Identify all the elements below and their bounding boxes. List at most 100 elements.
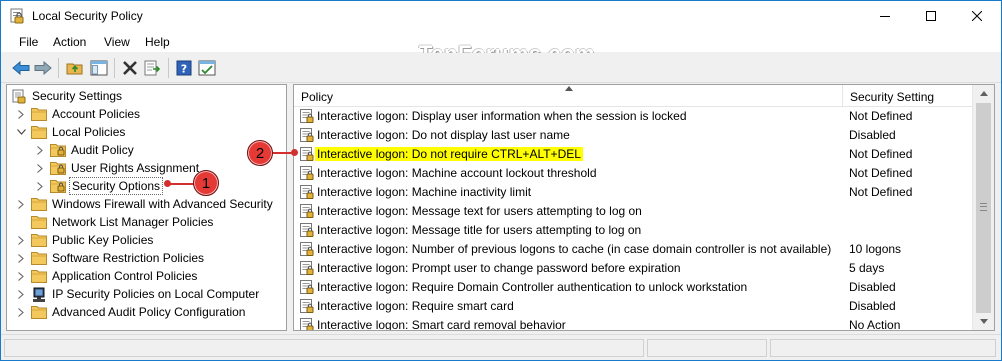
folder-icon: [31, 251, 47, 265]
tree-label: Network List Manager Policies: [52, 215, 214, 229]
chevron-right-icon[interactable]: [15, 306, 27, 318]
help-icon: ?: [176, 60, 192, 76]
chevron-right-icon[interactable]: [15, 252, 27, 264]
tree-item-network-list-manager-policies[interactable]: Network List Manager Policies: [15, 213, 215, 231]
tree-item-audit-policy[interactable]: Audit Policy: [34, 141, 136, 159]
close-button[interactable]: [954, 1, 1000, 31]
policy-row[interactable]: Interactive logon: Do not display last u…: [294, 125, 972, 144]
policy-security-setting: Disabled: [849, 299, 896, 313]
chevron-right-icon[interactable]: [34, 162, 46, 174]
chevron-down-icon[interactable]: [15, 126, 27, 138]
chevron-right-icon[interactable]: [15, 108, 27, 120]
policy-folder-icon: [50, 179, 66, 193]
policy-setting-icon: [299, 317, 315, 330]
tree-item-windows-firewall-with-advanced-security[interactable]: Windows Firewall with Advanced Security: [15, 195, 275, 213]
scroll-up-button[interactable]: [973, 85, 994, 102]
policy-name: Interactive logon: Require smart card: [317, 299, 514, 313]
local-security-policy-window: Local Security Policy File Action View H…: [0, 0, 1002, 361]
chevron-right-icon[interactable]: [15, 234, 27, 246]
forward-button[interactable]: [32, 57, 54, 79]
policy-row[interactable]: Interactive logon: Machine inactivity li…: [294, 182, 972, 201]
properties-button[interactable]: [196, 57, 218, 79]
sort-ascending-icon: [565, 86, 573, 91]
window-title: Local Security Policy: [32, 9, 143, 23]
tree-label: User Rights Assignment: [71, 161, 200, 175]
tree-item-security-options[interactable]: Security Options: [34, 177, 164, 195]
tree-item-software-restriction-policies[interactable]: Software Restriction Policies: [15, 249, 206, 267]
policy-row[interactable]: Interactive logon: Require smart card Dis…: [294, 296, 972, 315]
tree-root-security-settings[interactable]: Security Settings: [11, 87, 124, 105]
title-bar[interactable]: Local Security Policy: [1, 1, 1001, 31]
export-list-button[interactable]: [142, 57, 164, 79]
folder-icon: [31, 269, 47, 283]
policy-list-pane[interactable]: Policy Security Setting Interactive logo…: [293, 84, 995, 331]
column-header-label: Policy: [301, 90, 334, 104]
column-header-security-setting[interactable]: Security Setting: [843, 85, 972, 107]
policy-row[interactable]: Interactive logon: Message text for user…: [294, 201, 972, 220]
policy-setting-icon: [299, 146, 315, 162]
vertical-scrollbar[interactable]: [972, 85, 994, 330]
folder-icon: [31, 197, 47, 211]
toolbar-separator: [114, 58, 115, 78]
status-segment: [4, 339, 644, 357]
ip-security-icon: [31, 287, 47, 302]
up-folder-button[interactable]: [64, 57, 86, 79]
scroll-down-button[interactable]: [973, 313, 994, 330]
menu-action[interactable]: Action: [53, 35, 86, 49]
chevron-right-icon[interactable]: [15, 198, 27, 210]
menu-view[interactable]: View: [104, 35, 130, 49]
close-icon: [972, 11, 982, 21]
tree-item-user-rights-assignment[interactable]: User Rights Assignment: [34, 159, 201, 177]
menu-file[interactable]: File: [19, 35, 38, 49]
delete-icon: [123, 61, 137, 75]
minimize-button[interactable]: [862, 1, 908, 31]
tree-label: IP Security Policies on Local Computer: [52, 287, 260, 301]
toolbar: ?: [1, 53, 1001, 83]
tree-item-local-policies[interactable]: Local Policies: [15, 123, 127, 141]
policy-row[interactable]: Interactive logon: Machine account locko…: [294, 163, 972, 182]
maximize-button[interactable]: [908, 1, 954, 31]
tree-item-application-control-policies[interactable]: Application Control Policies: [15, 267, 199, 285]
policy-row[interactable]: Interactive logon: Prompt user to change…: [294, 258, 972, 277]
column-header-policy[interactable]: Policy: [294, 85, 843, 107]
policy-setting-icon: [299, 298, 315, 314]
tree-item-public-key-policies[interactable]: Public Key Policies: [15, 231, 155, 249]
help-button[interactable]: ?: [173, 57, 195, 79]
policy-security-setting: Not Defined: [849, 166, 913, 180]
chevron-right-icon[interactable]: [15, 270, 27, 282]
tree-label: Security Settings: [32, 89, 123, 103]
policy-row[interactable]: Interactive logon: Require Domain Contro…: [294, 277, 972, 296]
policy-security-setting: Disabled: [849, 128, 896, 142]
scrollbar-thumb[interactable]: [976, 103, 991, 313]
policy-name: Interactive logon: Machine account locko…: [317, 166, 597, 180]
policy-security-setting: Not Defined: [849, 185, 913, 199]
tree-label: Audit Policy: [71, 143, 134, 157]
chevron-right-icon[interactable]: [15, 288, 27, 300]
tree-item-ip-security-policies-on-local-computer[interactable]: IP Security Policies on Local Computer: [15, 285, 261, 303]
tree-label: Public Key Policies: [52, 233, 154, 247]
chevron-right-icon[interactable]: [34, 180, 46, 192]
menu-help[interactable]: Help: [145, 35, 170, 49]
callout-2-badge: 2: [247, 140, 273, 166]
policy-row[interactable]: Interactive logon: Smart card removal be…: [294, 315, 972, 330]
policy-folder-icon: [50, 161, 66, 175]
show-hide-tree-button[interactable]: [88, 57, 110, 79]
forward-icon: [34, 61, 52, 75]
policy-row[interactable]: Interactive logon: Message title for use…: [294, 220, 972, 239]
policy-row[interactable]: Interactive logon: Number of previous lo…: [294, 239, 972, 258]
back-button[interactable]: [10, 57, 32, 79]
tree-pane[interactable]: Security Settings Account Policies Local …: [6, 84, 287, 331]
policy-row[interactable]: Interactive logon: Display user informat…: [294, 106, 972, 125]
export-list-icon: [144, 60, 161, 76]
policy-row[interactable]: Interactive logon: Do not require CTRL+A…: [294, 144, 972, 163]
chevron-right-icon[interactable]: [34, 144, 46, 156]
tree-item-account-policies[interactable]: Account Policies: [15, 105, 142, 123]
status-bar: [1, 334, 1001, 360]
show-hide-tree-icon: [90, 60, 108, 76]
tree-item-advanced-audit-policy-configuration[interactable]: Advanced Audit Policy Configuration: [15, 303, 247, 321]
security-settings-icon: [11, 89, 27, 104]
delete-button[interactable]: [119, 57, 141, 79]
tree-label: Application Control Policies: [52, 269, 198, 283]
maximize-icon: [926, 11, 936, 21]
